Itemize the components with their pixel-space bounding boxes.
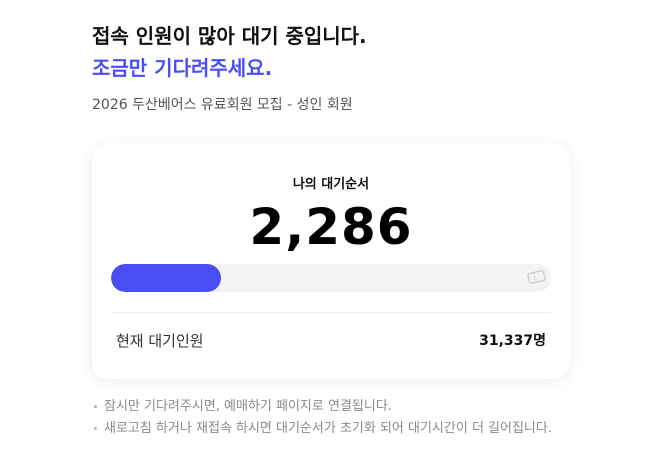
ticket-icon [527,270,546,284]
total-waiting-label: 현재 대기인원 [116,331,204,350]
card-divider [111,312,551,313]
event-subtitle: 2026 두산베어스 유료회원 모집 - 성인 회원 [92,97,353,113]
queue-progress-fill [111,264,221,292]
notice-list: 잠시만 기다려주시면, 예매하기 페이지로 연결됩니다. 새로고침 하거나 재접… [92,396,562,440]
total-waiting-row: 현재 대기인원 31,337명 [116,329,546,351]
headline-accent: 조금만 기다려주세요. [92,56,273,80]
queue-position-label: 나의 대기순서 [292,177,370,192]
queue-page: 접속 인원이 많아 대기 중입니다. 조금만 기다려주세요. 2026 두산베어… [0,0,649,469]
queue-position-number: 2,286 [249,198,413,256]
notice-item: 새로고침 하거나 재접속 하시면 대기순서가 초기화 되어 대기시간이 더 길어… [92,418,562,440]
notice-item: 잠시만 기다려주시면, 예매하기 페이지로 연결됩니다. [92,396,562,418]
total-waiting-value: 31,337명 [479,333,546,349]
queue-card: 나의 대기순서 2,286 현재 대기인원 31,337명 [92,143,570,379]
headline: 접속 인원이 많아 대기 중입니다. [92,24,367,48]
queue-progress-bar [111,264,551,292]
